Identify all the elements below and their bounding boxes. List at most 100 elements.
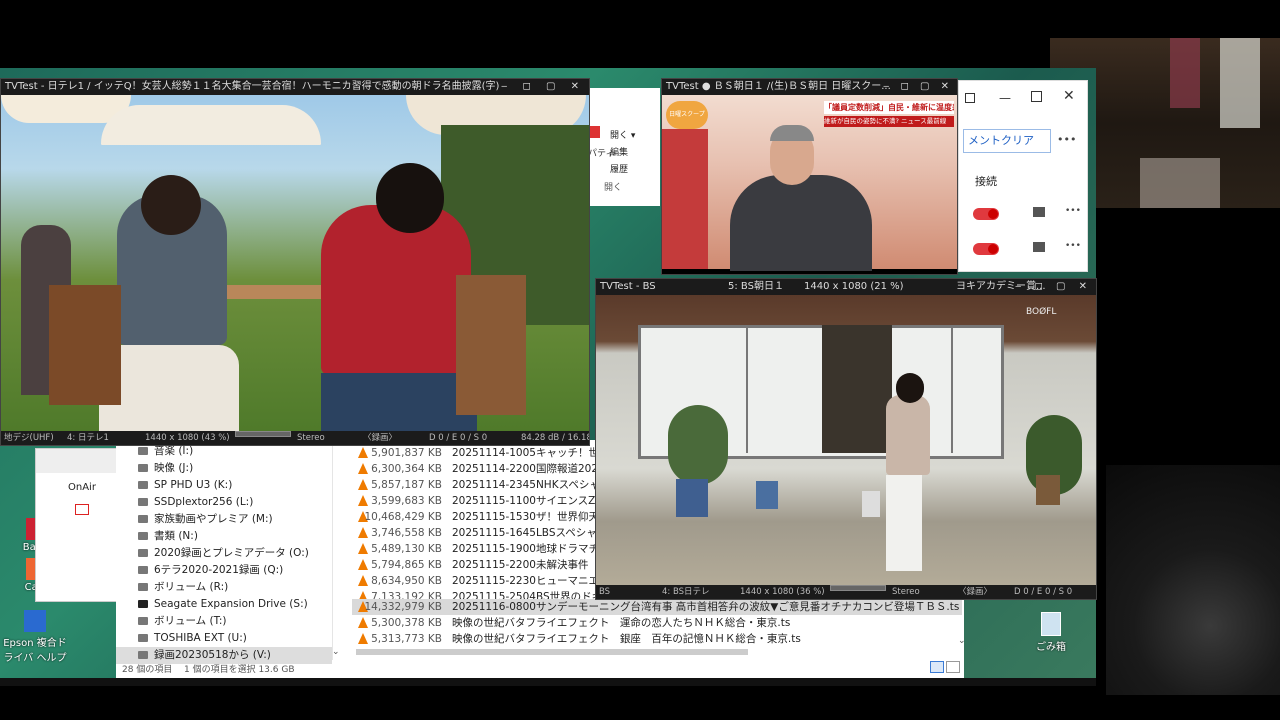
- settings-panel: — ✕ メントクリア ••• 接続 ••• •••: [958, 80, 1088, 272]
- file-row[interactable]: 5,300,378 KB 映像の世紀バタフライエフェクト 運命の恋人たちＮＨＫ総合…: [352, 615, 962, 631]
- tv-titlebar[interactable]: TVTest ● ＢＳ朝日１ /(生)ＢＳ朝日 日曜スクー... ‒ ◻ ▢ ✕: [662, 79, 957, 95]
- status-count: 28 個の項目: [122, 665, 173, 675]
- nav-drive[interactable]: 映像 (J:): [116, 460, 332, 477]
- program-logo: 日曜スクープ: [666, 101, 708, 129]
- status-selected: 1 個の項目を選択 13.6 GB: [184, 665, 295, 675]
- horizontal-scrollbar[interactable]: [356, 649, 748, 655]
- signal-level: 84.28 dB / 16.18 M: [521, 433, 589, 443]
- error-count: D 0 / E 0 / S 0: [429, 433, 488, 443]
- chair: [456, 275, 526, 415]
- record-label[interactable]: 〈録画〉: [363, 431, 397, 445]
- umbrella: [101, 105, 321, 145]
- nav-drive[interactable]: SSDplextor256 (L:): [116, 494, 332, 511]
- scroll-down-icon[interactable]: ⌄: [958, 636, 966, 646]
- drive-icon: [138, 447, 148, 455]
- person-right: [321, 205, 471, 375]
- file-row-selected[interactable]: 14,332,979 KB 20251116-0800サンデーモーニング台湾有事 …: [352, 599, 962, 615]
- nav-drive[interactable]: 家族動画やプレミア (M:): [116, 511, 332, 528]
- drive-icon: [138, 549, 148, 557]
- desktop-icon[interactable]: Epson 複合ドライバ ヘルプ: [0, 610, 70, 664]
- desktop-icon-label: Epson 複合ドライバ ヘルプ: [3, 638, 67, 664]
- drive-icon: [138, 634, 148, 642]
- recycle-bin-icon: [1041, 612, 1061, 636]
- plant-pot: [1036, 475, 1060, 505]
- close-icon[interactable]: ✕: [1063, 88, 1075, 104]
- clear-button[interactable]: メントクリア: [963, 129, 1051, 153]
- channel-label[interactable]: 4: 日テレ1: [67, 431, 109, 445]
- drive-icon: [138, 481, 148, 489]
- nav-drive[interactable]: 書類 (N:): [116, 528, 332, 545]
- tvtest-window-bsasahi: TVTest ● ＢＳ朝日１ /(生)ＢＳ朝日 日曜スクー... ‒ ◻ ▢ ✕…: [661, 78, 958, 275]
- record-label[interactable]: 〈録画〉: [958, 585, 992, 599]
- chair: [49, 285, 121, 405]
- desktop-icon-label: ごみ箱: [1036, 642, 1066, 653]
- plant-pot: [676, 479, 708, 517]
- desktop-icon[interactable]: ごみ箱: [1016, 612, 1086, 653]
- window-controls[interactable]: ‒ ◻ ▢ ✕: [1015, 279, 1092, 295]
- error-count: D 0 / E 0 / S 0: [1014, 587, 1073, 597]
- video-frame: [1, 95, 589, 431]
- tvtest-window-bsntv: TVTest - BS 5: BS朝日１ 1440 x 1080 (21 %) …: [595, 278, 1097, 600]
- tvtest-window-ntv: TVTest - 日テレ1 / イッテQ！女芸人総勢１１名大集合一芸合宿！ハーモ…: [0, 78, 590, 446]
- nav-drive[interactable]: TOSHIBA EXT (U:): [116, 630, 332, 647]
- nav-drive[interactable]: ボリューム (R:): [116, 579, 332, 596]
- audio-label[interactable]: Stereo: [297, 431, 325, 445]
- ribbon-history[interactable]: 履歴: [610, 162, 628, 175]
- play-icon[interactable]: [75, 504, 89, 515]
- drive-icon: [138, 498, 148, 506]
- maximize-icon[interactable]: [1031, 91, 1042, 102]
- onair-header: [36, 449, 118, 473]
- shop-sign: BOØFL: [1026, 307, 1057, 317]
- more-button[interactable]: •••: [1065, 241, 1081, 251]
- webcam-shelf: [1140, 158, 1220, 208]
- nav-drive[interactable]: ボリューム (T:): [116, 613, 332, 630]
- jeans: [321, 373, 477, 431]
- dark-doorway: [822, 325, 892, 453]
- file-row[interactable]: 5,313,773 KB 映像の世紀バタフライエフェクト 銀座 百年の記憶ＮＨＫ総…: [352, 631, 962, 647]
- tiles-view-icon[interactable]: [946, 661, 960, 673]
- resolution-label: 1440 x 1080 (43 %): [145, 433, 230, 443]
- webcam-cloth: [1170, 38, 1200, 108]
- ribbon-group-label: 開く: [604, 183, 623, 193]
- pane-divider[interactable]: [332, 440, 333, 660]
- nav-drive[interactable]: Seagate Expansion Drive (S:): [116, 596, 332, 613]
- more-button[interactable]: •••: [1065, 206, 1081, 216]
- studio-wall: [662, 129, 708, 269]
- window-controls[interactable]: ‒ ◻ ▢ ✕: [501, 79, 585, 95]
- more-button[interactable]: •••: [1057, 133, 1076, 146]
- window-controls[interactable]: ‒ ◻ ▢ ✕: [883, 79, 953, 95]
- ribbon-edit[interactable]: 編集: [610, 145, 628, 158]
- tv-title: TVTest - 日テレ1 / イッテQ！女芸人総勢１１名大集合一芸合宿！ハーモ…: [5, 81, 500, 92]
- drive-icon: [138, 532, 148, 540]
- video-frame: 日曜スクープ 「議員定数削減」自民・維新に温度差 維新が自民の姿勢に不満? ニュ…: [662, 95, 957, 271]
- woman-head: [896, 373, 924, 403]
- tv-title: TVTest ● ＢＳ朝日１ /(生)ＢＳ朝日 日曜スクー...: [666, 81, 891, 92]
- external-drive-icon: [138, 600, 148, 608]
- nav-drive[interactable]: SP PHD U3 (K:): [116, 477, 332, 494]
- comment-icon[interactable]: [1033, 207, 1045, 217]
- onair-window: OnAir: [35, 448, 119, 602]
- person-right-head: [376, 163, 444, 233]
- onair-label[interactable]: OnAir: [68, 482, 96, 493]
- plant-pot: [756, 481, 778, 509]
- anchor-hair: [770, 125, 814, 141]
- potted-plant: [668, 405, 728, 485]
- channel-label[interactable]: 4: BS日テレ: [662, 585, 710, 599]
- woman-trousers: [886, 475, 922, 571]
- explorer-ribbon: パティ 開く ▾ 編集 履歴 開く: [588, 88, 660, 206]
- resolution-label: 1440 x 1080 (36 %): [740, 587, 825, 597]
- comment-icon[interactable]: [1033, 242, 1045, 252]
- tv-statusbar: 地デジ(UHF) 4: 日テレ1 1440 x 1080 (43 %) Ster…: [1, 431, 589, 445]
- ribbon-open[interactable]: 開く ▾: [610, 128, 635, 141]
- tv-titlebar[interactable]: TVTest - BS 5: BS朝日１ 1440 x 1080 (21 %) …: [596, 279, 1096, 295]
- nav-drive[interactable]: 6テラ2020-2021録画 (Q:): [116, 562, 332, 579]
- scroll-down-icon[interactable]: ⌄: [332, 647, 340, 657]
- toggle-switch[interactable]: [973, 208, 999, 220]
- nav-drive[interactable]: 2020録画とプレミアデータ (O:): [116, 545, 332, 562]
- tv-titlebar[interactable]: TVTest - 日テレ1 / イッテQ！女芸人総勢１１名大集合一芸合宿！ハーモ…: [1, 79, 589, 95]
- minimize-icon[interactable]: —: [999, 91, 1011, 105]
- anchor-suit: [730, 175, 872, 271]
- toggle-switch[interactable]: [973, 243, 999, 255]
- audio-label[interactable]: Stereo: [892, 585, 920, 599]
- details-view-icon[interactable]: [930, 661, 944, 673]
